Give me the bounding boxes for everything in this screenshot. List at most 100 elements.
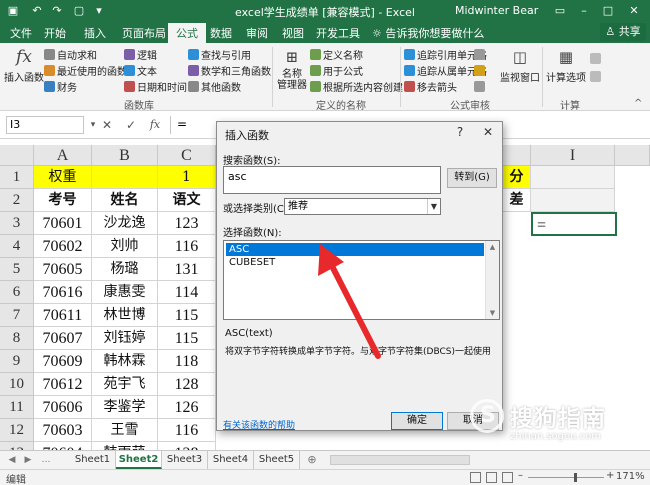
- cell[interactable]: 70601: [34, 212, 92, 235]
- undo-icon[interactable]: ↶: [30, 4, 44, 18]
- category-select[interactable]: 推荐 ▼: [284, 198, 441, 215]
- row-header[interactable]: 3: [0, 212, 34, 235]
- cell-h2[interactable]: 差: [503, 189, 531, 212]
- cell[interactable]: 韩林霖: [92, 350, 158, 373]
- error-checking-button[interactable]: [474, 65, 487, 78]
- cell[interactable]: 70603: [34, 419, 92, 442]
- calc-sheet-button[interactable]: [590, 71, 603, 84]
- tab-view[interactable]: 视图: [282, 25, 304, 41]
- ribbon-display-icon[interactable]: ▭: [552, 3, 568, 19]
- sheet-tab-sheet3[interactable]: Sheet3: [162, 451, 208, 469]
- tab-developer[interactable]: 开发工具: [316, 25, 360, 41]
- cell-i2[interactable]: [531, 189, 615, 212]
- cell[interactable]: 70606: [34, 396, 92, 419]
- column-header-j[interactable]: [615, 145, 650, 166]
- cell[interactable]: 权重: [34, 166, 92, 189]
- cell[interactable]: 70611: [34, 304, 92, 327]
- minimize-icon[interactable]: –: [576, 3, 592, 19]
- select-all-corner[interactable]: [0, 145, 34, 166]
- add-sheet-icon[interactable]: ⊕: [306, 454, 318, 466]
- zoom-slider-knob[interactable]: [574, 473, 577, 482]
- text-button[interactable]: 文本: [124, 65, 157, 78]
- evaluate-formula-button[interactable]: [474, 81, 487, 94]
- redo-icon[interactable]: ↷: [50, 4, 64, 18]
- column-header-b[interactable]: B: [92, 145, 158, 166]
- cell[interactable]: 115: [158, 304, 216, 327]
- search-function-input[interactable]: asc: [223, 166, 441, 194]
- collapse-ribbon-icon[interactable]: ^: [634, 97, 642, 110]
- row-header[interactable]: 13: [0, 442, 34, 450]
- row-header[interactable]: 9: [0, 350, 34, 373]
- list-scrollbar[interactable]: ▲ ▼: [485, 241, 499, 319]
- autosum-button[interactable]: 自动求和: [44, 49, 97, 62]
- function-list[interactable]: ASC CUBESET ▲ ▼: [223, 240, 500, 320]
- use-in-formula-button[interactable]: 用于公式: [310, 65, 363, 78]
- cell[interactable]: 刘帅: [92, 235, 158, 258]
- normal-view-icon[interactable]: [470, 472, 481, 483]
- define-name-button[interactable]: 定义名称: [310, 49, 363, 62]
- datetime-button[interactable]: 日期和时间: [124, 81, 187, 94]
- cell[interactable]: 1: [158, 166, 216, 189]
- cell[interactable]: 70604: [34, 442, 92, 450]
- cell[interactable]: 林世博: [92, 304, 158, 327]
- row-header[interactable]: 2: [0, 189, 34, 212]
- page-break-view-icon[interactable]: [502, 472, 513, 483]
- cancel-icon[interactable]: ✕: [100, 117, 114, 133]
- help-link[interactable]: 有关该函数的帮助: [223, 418, 295, 431]
- tab-review[interactable]: 审阅: [246, 25, 268, 41]
- row-header[interactable]: 8: [0, 327, 34, 350]
- share-button[interactable]: ♙ 共享: [600, 23, 646, 41]
- financial-button[interactable]: 财务: [44, 81, 77, 94]
- scroll-down-icon[interactable]: ▼: [486, 307, 499, 319]
- enter-icon[interactable]: ✓: [124, 117, 138, 133]
- sheet-tab-sheet5[interactable]: Sheet5: [254, 451, 300, 469]
- prev-sheet-icon[interactable]: ◀: [6, 454, 18, 466]
- cell[interactable]: 韩雨萌: [92, 442, 158, 450]
- cell[interactable]: 沙龙逸: [92, 212, 158, 235]
- cell[interactable]: 70605: [34, 258, 92, 281]
- selected-cell-i3[interactable]: =: [531, 212, 617, 236]
- sheet-tab-sheet4[interactable]: Sheet4: [208, 451, 254, 469]
- help-icon[interactable]: ?: [453, 125, 467, 139]
- cell[interactable]: 刘钰婷: [92, 327, 158, 350]
- row-header[interactable]: 5: [0, 258, 34, 281]
- more-sheets-icon[interactable]: …: [40, 454, 52, 466]
- column-header-c[interactable]: C: [158, 145, 216, 166]
- create-from-selection-button[interactable]: 根据所选内容创建: [310, 81, 403, 94]
- zoom-in-icon[interactable]: +: [606, 470, 614, 481]
- cell[interactable]: 70616: [34, 281, 92, 304]
- cell[interactable]: [92, 166, 158, 189]
- tab-formulas[interactable]: 公式: [168, 23, 206, 43]
- insert-function-button[interactable]: fx 插入函数: [4, 47, 44, 84]
- fx-icon[interactable]: fx: [148, 117, 162, 133]
- cell[interactable]: 70602: [34, 235, 92, 258]
- cell[interactable]: 70609: [34, 350, 92, 373]
- cell[interactable]: 康惠雯: [92, 281, 158, 304]
- function-item-asc[interactable]: ASC: [226, 243, 484, 256]
- close-icon[interactable]: ✕: [481, 125, 495, 139]
- tab-file[interactable]: 文件: [10, 25, 32, 41]
- cell[interactable]: 王雪: [92, 419, 158, 442]
- cell[interactable]: 70607: [34, 327, 92, 350]
- cell[interactable]: 131: [158, 258, 216, 281]
- tell-me-box[interactable]: ☼ 告诉我你想要做什么: [372, 25, 484, 41]
- page-layout-view-icon[interactable]: [486, 472, 497, 483]
- watch-window-button[interactable]: ◫ 监视窗口: [500, 47, 540, 84]
- ok-button[interactable]: 确定: [391, 412, 443, 430]
- column-header-i[interactable]: I: [531, 145, 615, 166]
- row-header[interactable]: 6: [0, 281, 34, 304]
- cell[interactable]: 115: [158, 327, 216, 350]
- column-header-a[interactable]: A: [34, 145, 92, 166]
- user-name[interactable]: Midwinter Bear: [455, 4, 538, 17]
- cell[interactable]: 考号: [34, 189, 92, 212]
- remove-arrows-button[interactable]: 移去箭头: [404, 81, 457, 94]
- cell[interactable]: 语文: [158, 189, 216, 212]
- cell[interactable]: 116: [158, 419, 216, 442]
- cell[interactable]: 123: [158, 212, 216, 235]
- cell[interactable]: 126: [158, 396, 216, 419]
- cell[interactable]: 姓名: [92, 189, 158, 212]
- zoom-out-icon[interactable]: –: [518, 470, 523, 481]
- calc-now-button[interactable]: [590, 53, 603, 66]
- cell[interactable]: 116: [158, 235, 216, 258]
- save-icon[interactable]: ▣: [6, 4, 20, 18]
